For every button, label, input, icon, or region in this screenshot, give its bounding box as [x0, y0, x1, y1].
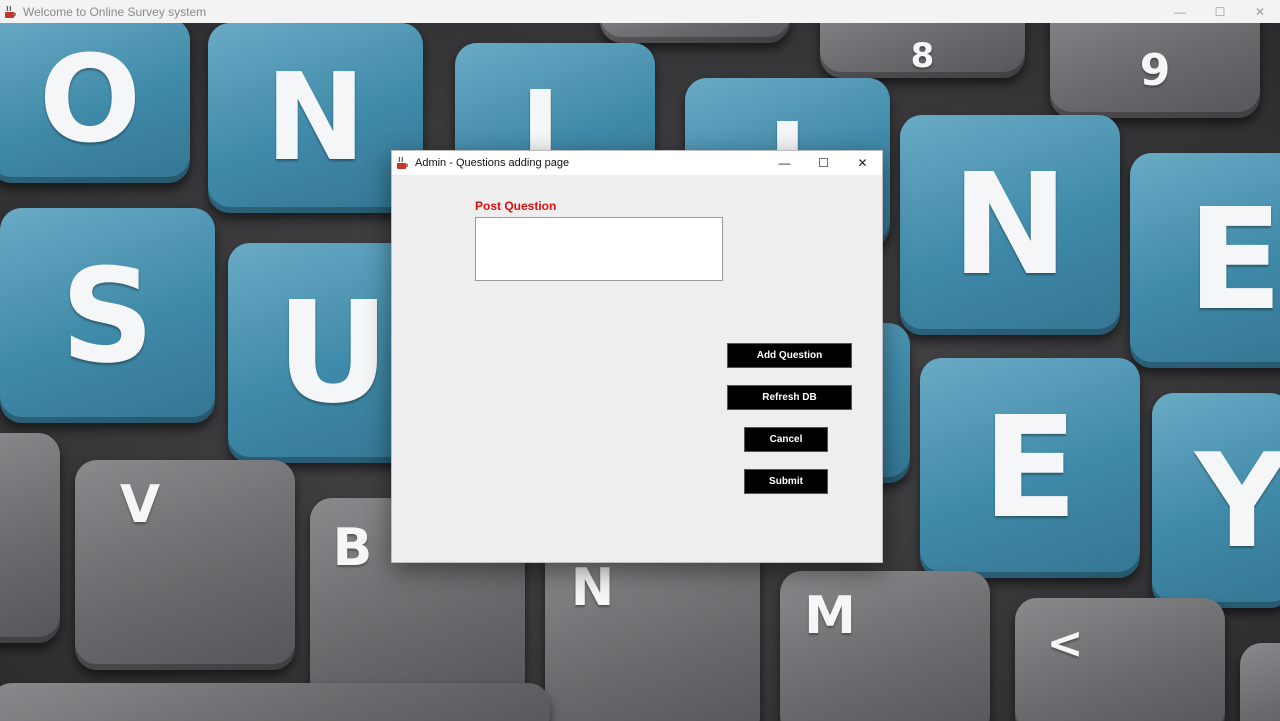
close-button[interactable]: ✕: [1240, 0, 1280, 23]
dialog-title: Admin - Questions adding page: [415, 157, 570, 169]
key-9: 9: [1050, 23, 1260, 118]
key-E2: E: [920, 358, 1140, 578]
dialog-minimize-button[interactable]: —: [765, 151, 804, 175]
main-title-bar: Welcome to Online Survey system — ☐ ✕: [0, 0, 1280, 23]
main-window-controls: — ☐ ✕: [1160, 0, 1280, 23]
maximize-button[interactable]: ☐: [1200, 0, 1240, 23]
cancel-button[interactable]: Cancel: [744, 427, 828, 452]
key-N3: N: [545, 543, 760, 721]
key-grey-top: [600, 23, 790, 43]
key-S: S: [0, 208, 215, 423]
java-app-icon: [396, 156, 410, 170]
dialog-title-bar: Admin - Questions adding page — ☐ ✕: [392, 151, 882, 175]
key-O: O: [0, 23, 190, 183]
submit-button[interactable]: Submit: [744, 469, 828, 494]
add-question-button[interactable]: Add Question: [727, 343, 852, 368]
refresh-db-button[interactable]: Refresh DB: [727, 385, 852, 410]
key-grey-right: [1240, 643, 1280, 721]
key-V: V: [75, 460, 295, 670]
admin-questions-dialog: Admin - Questions adding page — ☐ ✕ Post…: [391, 150, 883, 563]
dialog-window-controls: — ☐ ✕: [765, 151, 882, 175]
key-lt: <: [1015, 598, 1225, 721]
key-Y: Y: [1152, 393, 1280, 608]
key-grey-left: [0, 433, 60, 643]
post-question-label: Post Question: [475, 199, 557, 213]
main-window-title: Welcome to Online Survey system: [23, 4, 207, 19]
java-app-icon: [4, 5, 18, 19]
key-E: E: [1130, 153, 1280, 368]
key-space: [0, 683, 550, 721]
minimize-button[interactable]: —: [1160, 0, 1200, 23]
question-input[interactable]: [475, 217, 723, 281]
key-N2: N: [900, 115, 1120, 335]
key-M: M: [780, 571, 990, 721]
dialog-maximize-button[interactable]: ☐: [804, 151, 843, 175]
dialog-close-button[interactable]: ✕: [843, 151, 882, 175]
key-8: 8: [820, 23, 1025, 78]
